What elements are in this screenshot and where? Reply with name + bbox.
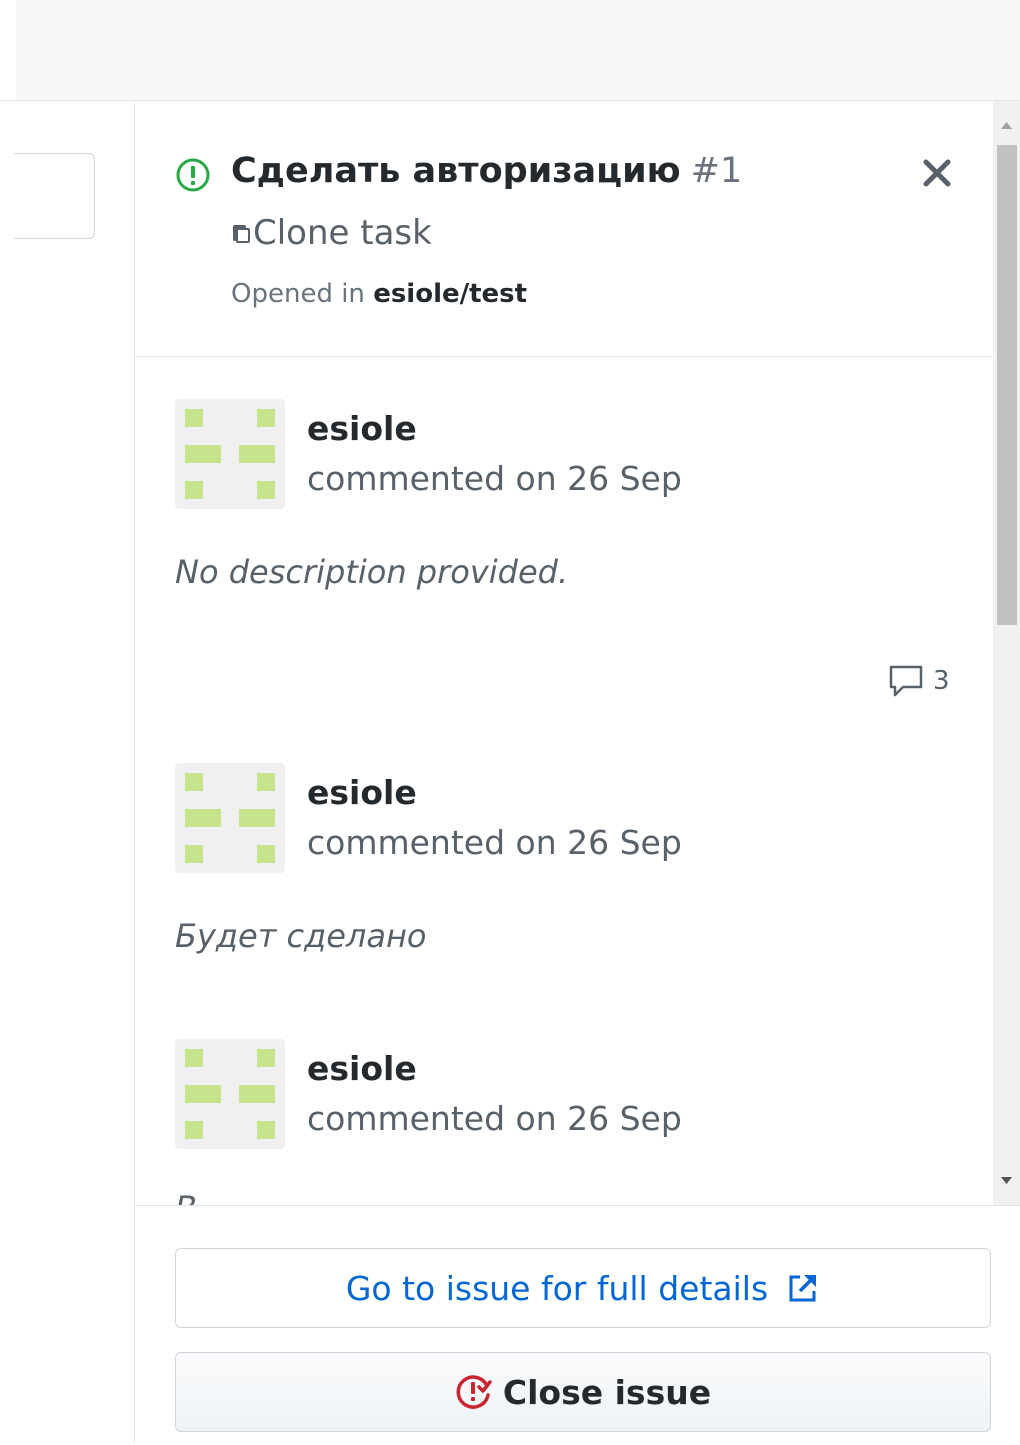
comment-body: No description provided. [175, 553, 569, 591]
issue-number: #1 [690, 151, 743, 191]
comments-list[interactable]: esiole commented on 26 Sep No descriptio… [135, 357, 993, 1205]
project-board-pane [0, 101, 135, 1444]
comment-meta: commented on 26 Sep [307, 823, 682, 862]
comment-author[interactable]: esiole [307, 1049, 417, 1088]
issue-closed-icon [456, 1375, 492, 1409]
project-card-title: Clone task [231, 213, 432, 253]
go-to-issue-button[interactable]: Go to issue for full details [175, 1248, 991, 1328]
card-title-text: Clone task [253, 213, 432, 253]
top-bar [0, 0, 1020, 101]
comment-count[interactable]: 3 [887, 663, 950, 699]
link-external-icon [789, 1275, 817, 1302]
opened-prefix: Opened in [231, 279, 365, 309]
issue-opened-icon [176, 158, 210, 192]
close-issue-button[interactable]: Close issue [175, 1352, 991, 1432]
scrollbar[interactable] [993, 101, 1020, 1205]
opened-in: Opened in esiole/test [231, 279, 527, 309]
comment-meta: commented on 26 Sep [307, 1099, 682, 1138]
comment-author[interactable]: esiole [307, 773, 417, 812]
top-bar-gap [0, 0, 16, 100]
avatar [175, 763, 285, 873]
comment-count-value: 3 [933, 666, 950, 696]
comment-body: Будет сделано [175, 917, 427, 955]
go-to-issue-label: Go to issue for full details [345, 1268, 769, 1308]
comment-author[interactable]: esiole [307, 409, 417, 448]
avatar [175, 1039, 285, 1149]
scroll-up-arrow-icon[interactable] [993, 115, 1020, 135]
avatar [175, 399, 285, 509]
issue-title-text: Сделать авторизацию [231, 151, 681, 191]
close-issue-label: Close issue [502, 1372, 712, 1412]
issue-header: Сделать авторизацию #1 Clone task Opened … [135, 101, 993, 357]
project-card-icon [233, 225, 250, 243]
panel-footer: Go to issue for full details Close issue [135, 1205, 1020, 1445]
board-card[interactable] [14, 153, 95, 239]
comment-body-partial: В [175, 1189, 197, 1205]
repo-link[interactable]: esiole/test [373, 279, 527, 309]
scroll-down-arrow-icon[interactable] [993, 1171, 1020, 1191]
issue-title: Сделать авторизацию #1 [231, 151, 742, 191]
issue-side-panel: Сделать авторизацию #1 Clone task Opened … [135, 101, 1020, 1445]
comment-icon [889, 665, 923, 697]
scrollbar-thumb[interactable] [997, 145, 1017, 625]
comment-meta: commented on 26 Sep [307, 459, 682, 498]
x-icon[interactable] [917, 153, 957, 193]
